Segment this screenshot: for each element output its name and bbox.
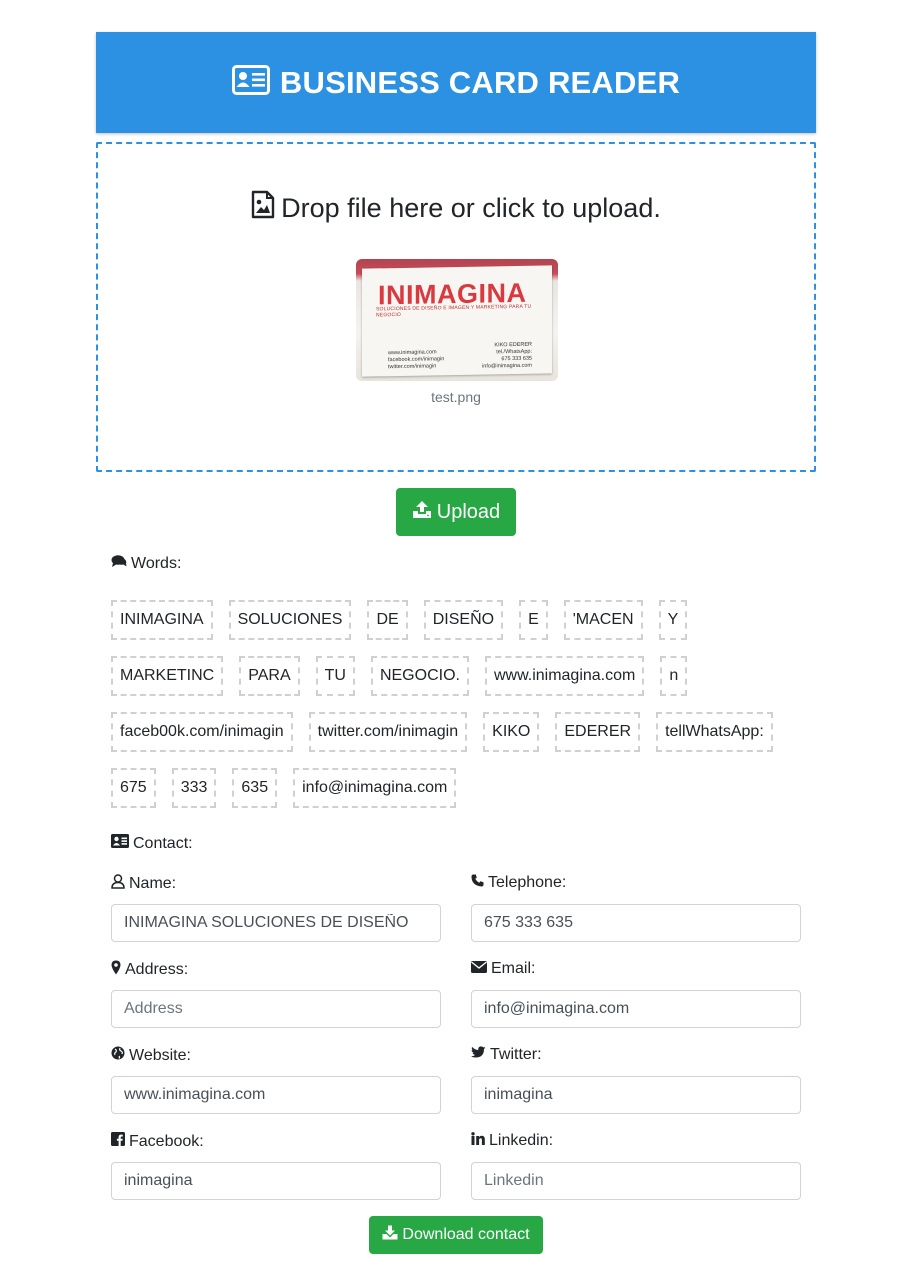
word-chip: NEGOCIO. bbox=[370, 656, 469, 696]
word-chip: KIKO bbox=[483, 712, 540, 752]
name-label: Name: bbox=[111, 874, 176, 894]
telephone-label-text: Telephone: bbox=[488, 874, 567, 891]
word-chip: Y bbox=[658, 600, 688, 640]
download-contact-button[interactable]: Download contact bbox=[369, 1216, 543, 1254]
word-chip: SOLUCIONES bbox=[228, 600, 352, 640]
business-card-photo: INIMAGINA SOLUCIONES DE DISEÑO E IMAGEN … bbox=[362, 265, 552, 377]
globe-icon bbox=[111, 1046, 129, 1065]
facebook-label: Facebook: bbox=[111, 1132, 204, 1151]
comments-icon bbox=[111, 554, 131, 573]
dropzone-message: Drop file here or click to upload. bbox=[98, 190, 814, 226]
word-chip: 333 bbox=[171, 768, 217, 808]
thumbnail-line: twitter.com/inimagin bbox=[388, 363, 437, 371]
envelope-icon bbox=[471, 960, 491, 978]
upload-button-label: Upload bbox=[436, 500, 501, 523]
phone-icon bbox=[471, 874, 488, 892]
address-label: Address: bbox=[111, 960, 188, 980]
thumbnail-left-lines: www.inimagina.com facebook.com/inimagin … bbox=[388, 349, 444, 371]
telephone-label: Telephone: bbox=[471, 874, 566, 892]
page-title: BUSINESS CARD READER bbox=[279, 64, 681, 100]
word-chip: www.inimagina.com bbox=[484, 656, 645, 696]
telephone-field[interactable] bbox=[471, 904, 801, 942]
word-chip: TU bbox=[315, 656, 355, 696]
file-name: test.png bbox=[431, 389, 481, 405]
linkedin-field[interactable] bbox=[471, 1162, 801, 1200]
words-list: INIMAGINA SOLUCIONES DE DISEÑO E 'MACEN Y MARKE… bbox=[111, 600, 811, 808]
file-thumbnail[interactable]: INIMAGINA SOLUCIONES DE DISEÑO E IMAGEN … bbox=[356, 259, 558, 381]
email-label-text: Email: bbox=[491, 960, 536, 977]
email-field[interactable] bbox=[471, 990, 801, 1028]
user-icon bbox=[111, 874, 129, 894]
word-chip: 635 bbox=[232, 768, 278, 808]
word-chip: info@inimagina.com bbox=[293, 768, 457, 808]
facebook-icon bbox=[111, 1132, 129, 1151]
thumbnail-right-lines: KIKO EDERER tel./WhatsApp: 675 333 635 i… bbox=[482, 342, 532, 371]
word-chip: twitter.com/inimagin bbox=[308, 712, 468, 752]
word-chip: DE bbox=[367, 600, 408, 640]
word-chip: MARKETINC bbox=[111, 656, 224, 696]
thumbnail-line: info@inimagina.com bbox=[482, 362, 532, 370]
linkedin-label: Linkedin: bbox=[471, 1132, 553, 1150]
words-section-label: Words: bbox=[111, 554, 181, 573]
map-marker-icon bbox=[111, 960, 125, 980]
word-chip: E bbox=[519, 600, 548, 640]
word-chip: 675 bbox=[111, 768, 156, 808]
address-field[interactable] bbox=[111, 990, 441, 1028]
word-chip: 'MACEN bbox=[563, 600, 643, 640]
download-button-label: Download contact bbox=[402, 1226, 530, 1243]
words-label-text: Words: bbox=[131, 554, 182, 572]
word-chip: DISEÑO bbox=[423, 600, 504, 640]
upload-button[interactable]: Upload bbox=[396, 488, 516, 536]
word-chip: faceb00k.com/inimagin bbox=[111, 712, 293, 752]
file-dropzone[interactable]: Drop file here or click to upload. INIMA… bbox=[96, 142, 816, 472]
word-chip: EDERER bbox=[555, 712, 641, 752]
app-header: BUSINESS CARD READER bbox=[96, 32, 816, 133]
address-label-text: Address: bbox=[125, 961, 189, 978]
twitter-label: Twitter: bbox=[471, 1046, 542, 1064]
linkedin-label-text: Linkedin: bbox=[489, 1132, 554, 1149]
file-image-icon bbox=[251, 190, 275, 226]
word-chip: PARA bbox=[239, 656, 300, 696]
website-label: Website: bbox=[111, 1046, 191, 1065]
address-card-icon bbox=[111, 834, 133, 853]
twitter-field[interactable] bbox=[471, 1076, 801, 1114]
download-icon bbox=[382, 1225, 402, 1245]
word-chip: INIMAGINA bbox=[111, 600, 213, 640]
contact-label-text: Contact: bbox=[133, 834, 193, 852]
website-field[interactable] bbox=[111, 1076, 441, 1114]
upload-icon bbox=[412, 500, 437, 525]
facebook-label-text: Facebook: bbox=[129, 1132, 204, 1150]
linkedin-icon bbox=[471, 1132, 489, 1150]
facebook-field[interactable] bbox=[111, 1162, 441, 1200]
twitter-icon bbox=[471, 1046, 490, 1064]
word-chip: n bbox=[660, 656, 688, 696]
word-chip: tellWhatsApp: bbox=[656, 712, 773, 752]
contact-section-label: Contact: bbox=[111, 834, 193, 853]
dropzone-message-text: Drop file here or click to upload. bbox=[281, 192, 661, 223]
website-label-text: Website: bbox=[129, 1046, 191, 1064]
id-card-icon bbox=[231, 65, 270, 100]
twitter-label-text: Twitter: bbox=[490, 1046, 542, 1063]
thumbnail-tagline: SOLUCIONES DE DISEÑO E IMAGEN Y MARKETIN… bbox=[376, 303, 532, 319]
name-label-text: Name: bbox=[129, 875, 177, 892]
email-label: Email: bbox=[471, 960, 535, 978]
name-field[interactable] bbox=[111, 904, 441, 942]
